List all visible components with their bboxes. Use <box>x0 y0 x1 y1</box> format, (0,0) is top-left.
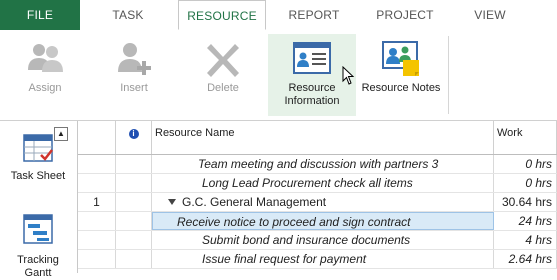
row-indicator <box>116 155 152 173</box>
row-indicator <box>116 193 152 211</box>
work-cell[interactable]: 24 hrs <box>494 212 557 230</box>
resource-notes-button[interactable]: Resource Notes <box>360 34 442 116</box>
resource-name-cell[interactable]: G.C. General Management <box>152 193 494 211</box>
table-row[interactable]: Long Lead Procurement check all items 0 … <box>78 174 557 193</box>
header-indicators[interactable]: i <box>116 121 152 154</box>
resource-name-cell[interactable]: Issue final request for payment <box>152 250 494 268</box>
resource-grid: i Resource Name Work Team meeting and di… <box>78 121 557 273</box>
work-cell[interactable]: 4 hrs <box>494 231 557 249</box>
table-row[interactable]: Submit bond and insurance documents 4 hr… <box>78 231 557 250</box>
delete-label: Delete <box>207 82 239 94</box>
tab-project[interactable]: PROJECT <box>360 0 450 30</box>
table-row[interactable]: Team meeting and discussion with partner… <box>78 155 557 174</box>
assign-resources-icon <box>28 44 63 72</box>
table-row[interactable]: Receive notice to proceed and sign contr… <box>78 212 557 231</box>
resource-notes-label: Resource Notes <box>361 82 441 94</box>
header-resource-name[interactable]: Resource Name <box>152 121 494 154</box>
task-sheet-label: Task Sheet <box>10 170 66 182</box>
insert-button[interactable]: Insert <box>103 34 165 116</box>
tab-file[interactable]: FILE <box>0 0 80 30</box>
row-id <box>78 174 116 192</box>
work-cell[interactable]: 2.64 hrs <box>494 250 557 268</box>
row-indicator <box>116 174 152 192</box>
row-id <box>78 155 116 173</box>
table-row[interactable]: 1 G.C. General Management 30.64 hrs <box>78 193 557 212</box>
info-icon: i <box>128 129 139 139</box>
ribbon-group-separator <box>448 36 449 114</box>
ribbon-tab-bar: FILE TASK RESOURCE REPORT PROJECT VIEW <box>0 0 557 31</box>
view-bar: ▲ Task Sheet Tracking Gantt <box>0 121 78 279</box>
tab-report[interactable]: REPORT <box>276 0 352 30</box>
resource-notes-icon <box>382 41 419 76</box>
row-id <box>78 231 116 249</box>
tracking-gantt-icon <box>21 213 55 247</box>
header-work[interactable]: Work <box>494 121 557 154</box>
insert-resource-icon <box>118 43 151 75</box>
resource-name-cell[interactable]: Long Lead Procurement check all items <box>152 174 494 192</box>
resource-name-cell[interactable]: Submit bond and insurance documents <box>152 231 494 249</box>
view-tracking-gantt[interactable]: Tracking Gantt <box>0 213 76 280</box>
work-cell[interactable]: 30.64 hrs <box>494 193 557 211</box>
insert-label: Insert <box>120 82 148 94</box>
resource-name-cell[interactable]: Team meeting and discussion with partner… <box>152 155 494 173</box>
assign-button[interactable]: Assign <box>14 34 76 116</box>
resource-name-cell[interactable]: Receive notice to proceed and sign contr… <box>152 212 494 230</box>
resource-information-icon <box>293 42 331 74</box>
collapse-triangle-icon[interactable] <box>168 199 176 206</box>
grid-header: i Resource Name Work <box>78 121 557 155</box>
task-sheet-icon <box>21 131 55 165</box>
view-task-sheet[interactable]: Task Sheet <box>0 131 76 183</box>
row-indicator <box>116 212 152 230</box>
mouse-cursor-icon <box>342 66 355 85</box>
delete-x-icon <box>207 44 239 77</box>
work-cell[interactable]: 0 hrs <box>494 155 557 173</box>
tracking-gantt-label: Tracking Gantt <box>17 254 59 279</box>
delete-button[interactable]: Delete <box>192 34 254 116</box>
tab-task[interactable]: TASK <box>88 0 168 30</box>
work-cell[interactable]: 0 hrs <box>494 174 557 192</box>
row-id <box>78 212 116 230</box>
header-select-all[interactable] <box>78 121 116 154</box>
tab-view[interactable]: VIEW <box>455 0 525 30</box>
row-id <box>78 250 116 268</box>
row-indicator <box>116 231 152 249</box>
resource-group-name: G.C. General Management <box>182 195 327 209</box>
row-id: 1 <box>78 193 116 211</box>
tab-resource[interactable]: RESOURCE <box>178 0 266 30</box>
table-row[interactable]: Issue final request for payment 2.64 hrs <box>78 250 557 269</box>
assign-label: Assign <box>28 82 62 94</box>
ribbon: Assign Insert Delete Resource Informatio… <box>0 30 557 121</box>
row-indicator <box>116 250 152 268</box>
